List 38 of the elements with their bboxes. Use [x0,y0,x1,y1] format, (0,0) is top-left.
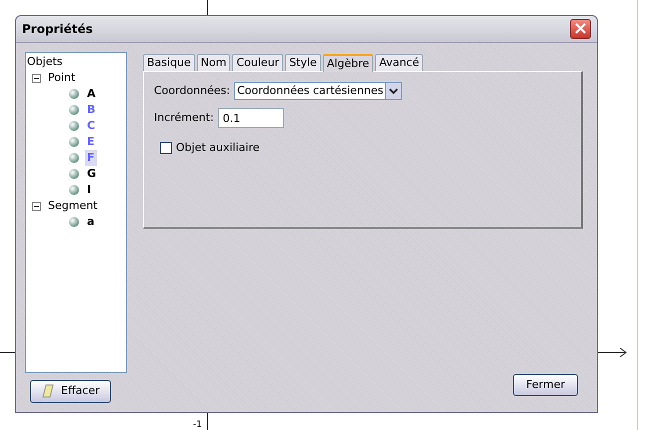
tree-item[interactable]: B [85,102,98,118]
tab[interactable]: Style [285,54,321,71]
tree-node[interactable]: Segment [48,198,98,214]
tree-item[interactable]: I [85,182,94,198]
axis-label: -1 [193,421,202,430]
tree-root[interactable]: Objets [27,54,63,70]
tree-node[interactable]: Point [48,70,76,86]
field-label: Incrément: [154,110,214,126]
tab[interactable]: Nom [196,54,230,71]
tree-item[interactable]: A [85,86,98,102]
checkbox[interactable] [160,142,172,154]
caret-icon [385,83,402,99]
window-title: Propriétés [22,21,94,38]
tree-item[interactable]: a [85,214,96,230]
collapse-icon[interactable] [32,202,41,210]
point-icon [69,121,79,131]
tab[interactable]: Basique [143,54,195,71]
tree-item[interactable]: C [85,118,98,134]
close-button[interactable]: × [570,19,591,39]
increment-field[interactable]: 0.1 [218,108,284,128]
close-dialog-button[interactable]: Fermer [513,374,578,396]
point-icon [69,89,79,99]
tree-item[interactable]: G [85,166,98,182]
clear-button[interactable]: Effacer [30,380,111,402]
point-icon [69,169,79,179]
point-icon [69,105,79,115]
tab[interactable]: Couleur [232,54,284,71]
point-icon [69,185,79,195]
tab[interactable]: Avancé [375,54,424,71]
collapse-icon[interactable] [32,74,41,82]
tree-item[interactable]: E [85,134,97,150]
point-icon [69,217,79,227]
field-label: Coordonnées: [154,82,230,99]
checkbox-label: Objet auxiliaire [176,140,260,156]
tab[interactable]: Algèbre [322,54,374,72]
coordinates-dropdown[interactable]: Coordonnées cartésiennes [234,82,402,100]
point-icon [69,153,79,163]
point-icon [69,137,79,147]
